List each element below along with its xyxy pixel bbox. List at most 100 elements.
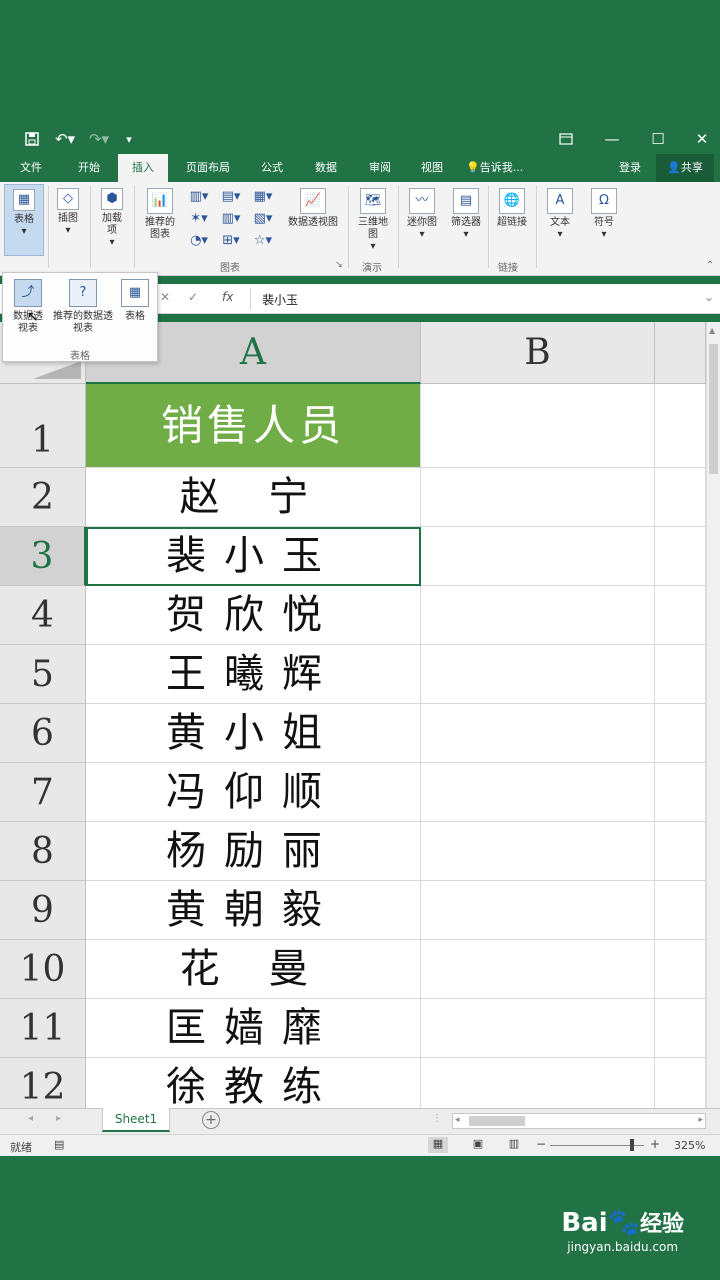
pivot-chart-button[interactable]: 📈 数据透视图 <box>282 188 344 229</box>
table-cell[interactable]: 花 曼 <box>86 940 421 999</box>
row-header[interactable]: 11 <box>0 999 86 1058</box>
zoom-out-icon[interactable]: − <box>536 1137 546 1151</box>
header-cell[interactable]: 销售人员 <box>86 384 421 468</box>
table-cell[interactable] <box>421 527 655 586</box>
table-cell[interactable] <box>655 468 706 527</box>
minimize-icon[interactable]: — <box>602 128 622 150</box>
table-cell[interactable]: 杨励丽 <box>86 822 421 881</box>
column-header-c[interactable] <box>655 322 706 384</box>
table-cell[interactable] <box>421 999 655 1058</box>
table-cell[interactable]: 贺欣悦 <box>86 586 421 645</box>
table-cell[interactable]: 徐教练 <box>86 1058 421 1108</box>
illustrations-button[interactable]: ◇ 插图 ▾ <box>52 188 84 237</box>
insert-table-button[interactable]: ▦ 表格 <box>117 279 153 323</box>
symbols-button[interactable]: Ω 符号 ▾ <box>584 188 624 241</box>
horizontal-scrollbar[interactable]: ◂ ▸ <box>452 1113 706 1129</box>
table-group-button[interactable]: ▦ 表格 ▾ <box>4 184 44 256</box>
table-cell[interactable] <box>655 527 706 586</box>
column-chart-button[interactable]: ▥▾ ✶▾ ◔▾ <box>184 186 214 252</box>
tab-data[interactable]: 数据 <box>304 154 348 182</box>
tell-me-box[interactable]: 💡告诉我... <box>466 154 546 182</box>
macro-record-icon[interactable]: ▤ <box>54 1138 64 1151</box>
customize-qat-icon[interactable]: ▾ <box>122 128 136 150</box>
row-header[interactable]: 3 <box>0 527 86 586</box>
zoom-slider-thumb[interactable] <box>630 1139 634 1151</box>
table-cell[interactable] <box>421 645 655 704</box>
filters-button[interactable]: ▤ 筛选器 ▾ <box>446 188 486 241</box>
row-header[interactable]: 8 <box>0 822 86 881</box>
hyperlink-button[interactable]: 🌐 超链接 <box>492 188 532 229</box>
row-header[interactable]: 6 <box>0 704 86 763</box>
vertical-scrollbar[interactable]: ▲ <box>706 322 720 1108</box>
waterfall-chart-button[interactable]: ▦▾ ▧▾ ☆▾ <box>248 186 278 252</box>
tab-splitter-icon[interactable]: ⋮ <box>432 1113 442 1124</box>
login-link[interactable]: 登录 <box>610 154 650 182</box>
row-header[interactable]: 2 <box>0 468 86 527</box>
share-button[interactable]: 👤共享 <box>656 154 714 182</box>
tab-home[interactable]: 开始 <box>66 154 112 182</box>
prev-sheet-icon[interactable]: ◂ <box>28 1113 33 1124</box>
table-cell[interactable]: 王曦辉 <box>86 645 421 704</box>
sparklines-button[interactable]: 〰 迷你图 ▾ <box>402 188 442 241</box>
insert-function-icon[interactable]: fx <box>222 290 233 304</box>
maximize-icon[interactable]: ☐ <box>648 128 668 150</box>
scroll-thumb[interactable] <box>709 344 718 474</box>
table-cell[interactable] <box>655 822 706 881</box>
normal-view-icon[interactable]: ▦ <box>428 1137 448 1153</box>
zoom-in-icon[interactable]: + <box>650 1137 660 1151</box>
next-sheet-icon[interactable]: ▸ <box>56 1113 61 1124</box>
add-sheet-icon[interactable]: + <box>202 1111 220 1129</box>
zoom-level[interactable]: 325% <box>674 1139 705 1152</box>
text-button[interactable]: A 文本 ▾ <box>540 188 580 241</box>
h-scroll-thumb[interactable] <box>469 1116 525 1126</box>
row-header[interactable]: 9 <box>0 881 86 940</box>
recommended-pivot-button[interactable]: ? 推荐的数据透视表 <box>51 279 115 335</box>
table-cell[interactable] <box>421 704 655 763</box>
tab-review[interactable]: 审阅 <box>358 154 402 182</box>
tab-file[interactable]: 文件 <box>8 154 54 182</box>
table-cell[interactable] <box>421 586 655 645</box>
tab-view[interactable]: 视图 <box>410 154 454 182</box>
table-cell[interactable]: 裴小玉 <box>86 527 421 586</box>
formula-input[interactable]: 裴小玉 <box>262 291 298 308</box>
table-cell[interactable]: 黄小姐 <box>86 704 421 763</box>
table-cell[interactable] <box>421 1058 655 1108</box>
tab-page-layout[interactable]: 页面布局 <box>176 154 240 182</box>
table-cell[interactable]: 匡嫱靡 <box>86 999 421 1058</box>
table-cell[interactable]: 黄朝毅 <box>86 881 421 940</box>
table-cell[interactable] <box>421 384 655 468</box>
table-cell[interactable] <box>655 586 706 645</box>
table-cell[interactable] <box>655 763 706 822</box>
row-header[interactable]: 10 <box>0 940 86 999</box>
row-header[interactable]: 5 <box>0 645 86 704</box>
dialog-launcher-icon[interactable]: ↘ <box>334 259 344 271</box>
table-cell[interactable] <box>655 1058 706 1108</box>
row-header[interactable]: 12 <box>0 1058 86 1108</box>
undo-icon[interactable]: ↶▾ <box>52 128 78 150</box>
tab-formulas[interactable]: 公式 <box>250 154 294 182</box>
scroll-left-icon[interactable]: ◂ <box>455 1115 460 1125</box>
scroll-up-icon[interactable]: ▲ <box>709 326 715 335</box>
recommended-charts-button[interactable]: 📊 推荐的图表 <box>140 188 180 241</box>
table-cell[interactable] <box>655 645 706 704</box>
page-layout-view-icon[interactable]: ▣ <box>468 1137 488 1150</box>
table-cell[interactable] <box>655 881 706 940</box>
3d-map-button[interactable]: 🗺 三维地图 ▾ <box>354 188 392 253</box>
close-icon[interactable]: ✕ <box>692 128 712 150</box>
hierarchy-chart-button[interactable]: ▤▾ ▥▾ ⊞▾ <box>216 186 246 252</box>
row-header[interactable]: 1 <box>0 384 86 468</box>
cancel-icon[interactable]: ✕ <box>160 290 170 304</box>
table-cell[interactable] <box>655 999 706 1058</box>
redo-icon[interactable]: ↷▾ <box>86 128 112 150</box>
page-break-view-icon[interactable]: ▥ <box>504 1137 524 1150</box>
table-cell[interactable] <box>421 940 655 999</box>
table-cell[interactable]: 冯仰顺 <box>86 763 421 822</box>
collapse-ribbon-icon[interactable]: ⌃ <box>704 260 716 272</box>
table-cell[interactable] <box>421 468 655 527</box>
expand-formula-icon[interactable]: ⌄ <box>704 290 714 304</box>
row-header[interactable]: 4 <box>0 586 86 645</box>
table-cell[interactable] <box>421 822 655 881</box>
addins-button[interactable]: ⬢ 加载项 ▾ <box>96 188 128 249</box>
table-cell[interactable] <box>421 881 655 940</box>
row-header[interactable]: 7 <box>0 763 86 822</box>
